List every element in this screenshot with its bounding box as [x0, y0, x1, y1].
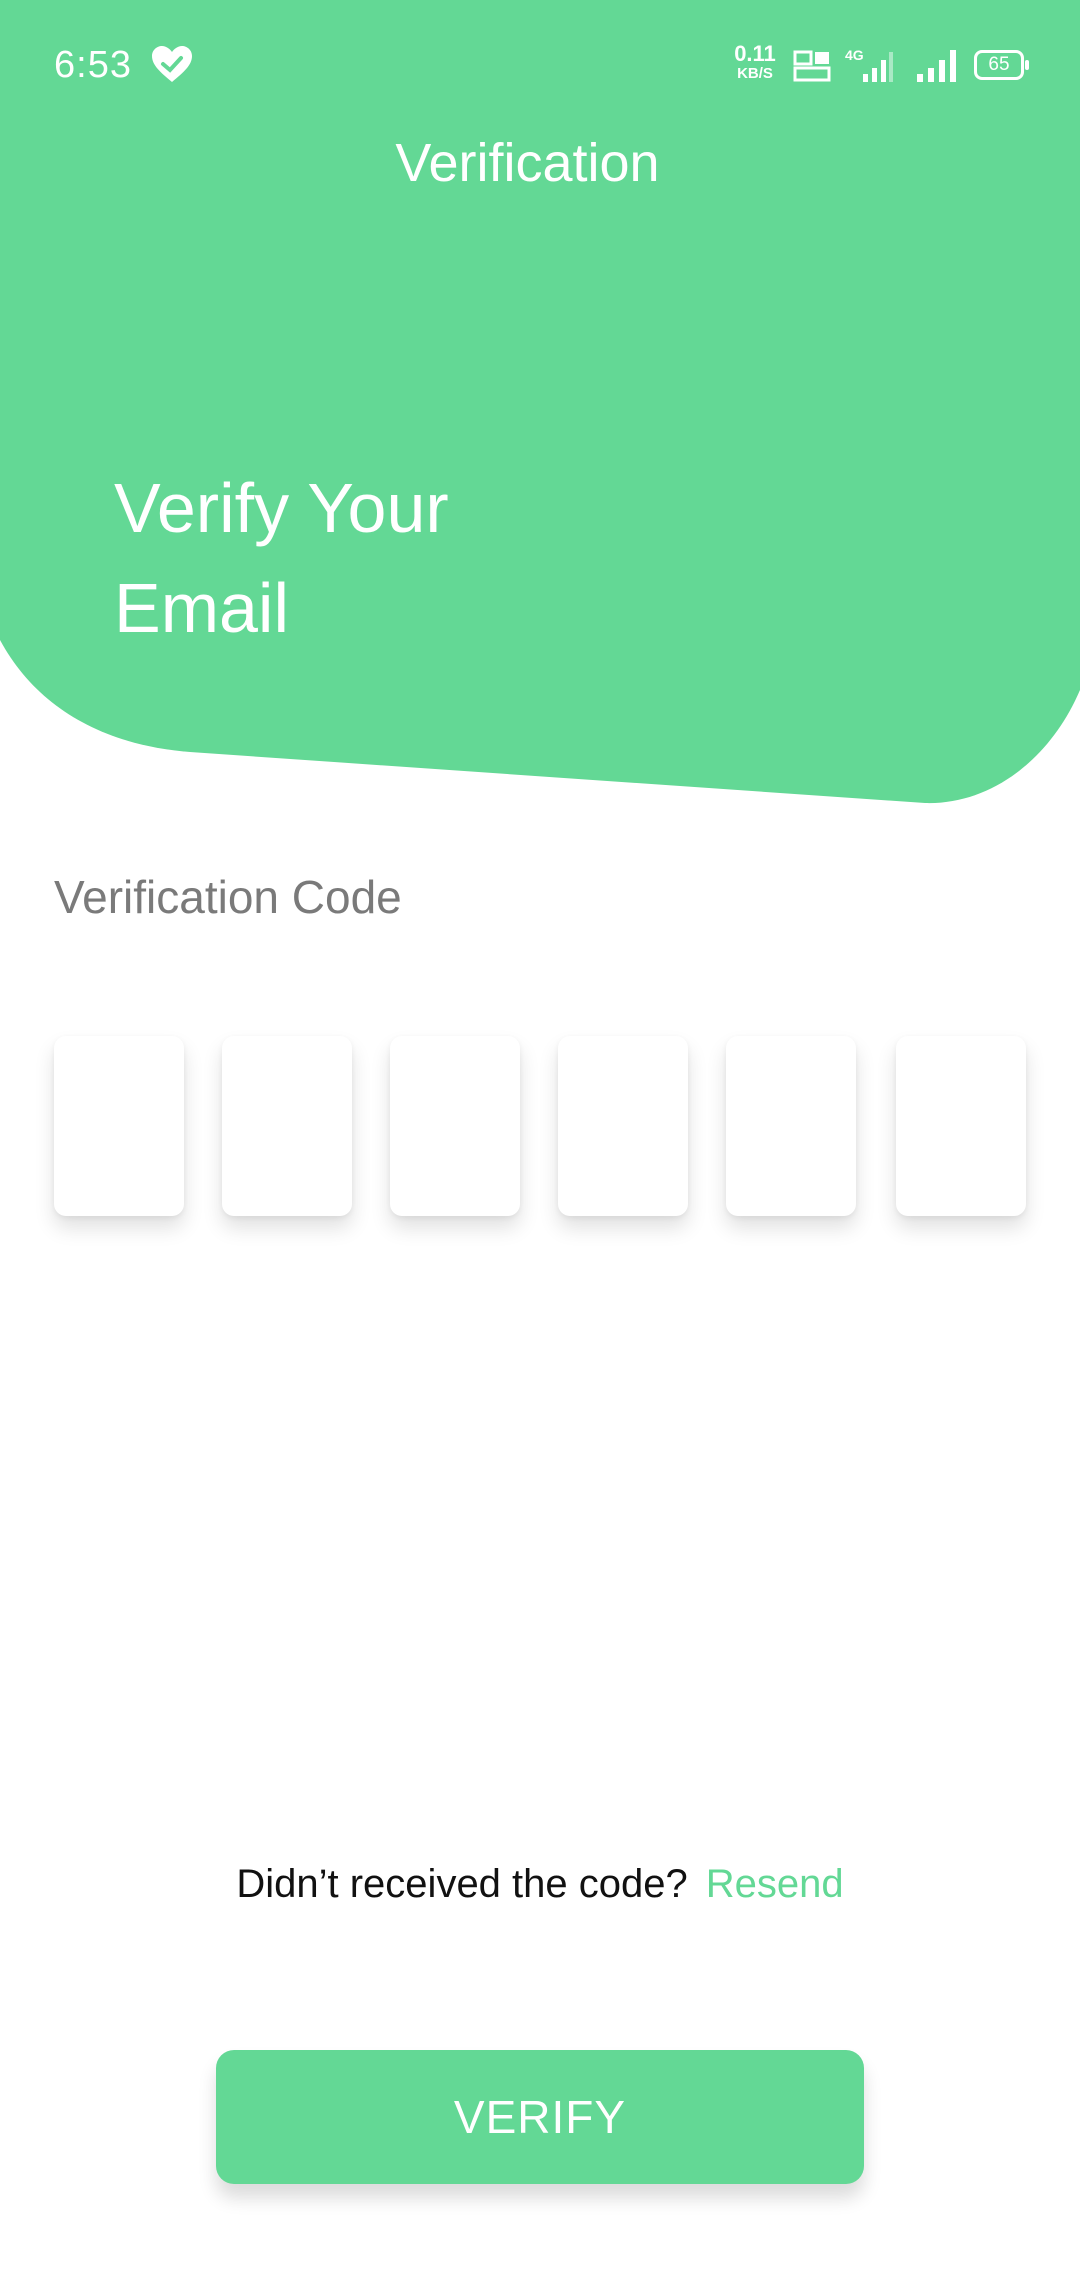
- code-digit-input[interactable]: [390, 1036, 520, 1216]
- headline: Verify Your Email: [114, 458, 449, 658]
- resend-link[interactable]: Resend: [706, 1862, 844, 1906]
- resend-prompt: Didn’t received the code? Resend: [0, 1862, 1080, 1907]
- code-input-row: [54, 1036, 1026, 1216]
- code-digit-input[interactable]: [222, 1036, 352, 1216]
- code-digit-input[interactable]: [558, 1036, 688, 1216]
- headline-line-1: Verify Your: [114, 469, 449, 547]
- verify-button[interactable]: VERIFY: [216, 2050, 864, 2184]
- code-digit-input[interactable]: [54, 1036, 184, 1216]
- status-bar: 6:53 0.11 KB/S 4G 65: [0, 0, 1080, 130]
- volte-icon: [793, 50, 831, 82]
- battery-icon: 65: [974, 50, 1029, 80]
- resend-question: Didn’t received the code?: [236, 1862, 688, 1906]
- signal-icon: 4G: [845, 47, 893, 82]
- code-digit-input[interactable]: [726, 1036, 856, 1216]
- network-speed-value: 0.11: [734, 41, 776, 66]
- network-speed: 0.11 KB/S: [727, 41, 783, 84]
- headline-line-2: Email: [114, 569, 290, 647]
- code-digit-input[interactable]: [896, 1036, 1026, 1216]
- network-type-label: 4G: [845, 47, 864, 63]
- network-speed-unit: KB/S: [737, 65, 773, 82]
- signal-icon-sim2: [917, 50, 956, 82]
- page-title: Verification: [395, 133, 660, 193]
- heart-check-icon: [152, 46, 192, 82]
- status-time: 6:53: [54, 44, 132, 86]
- battery-level: 65: [988, 54, 1010, 75]
- verification-code-label: Verification Code: [54, 871, 402, 923]
